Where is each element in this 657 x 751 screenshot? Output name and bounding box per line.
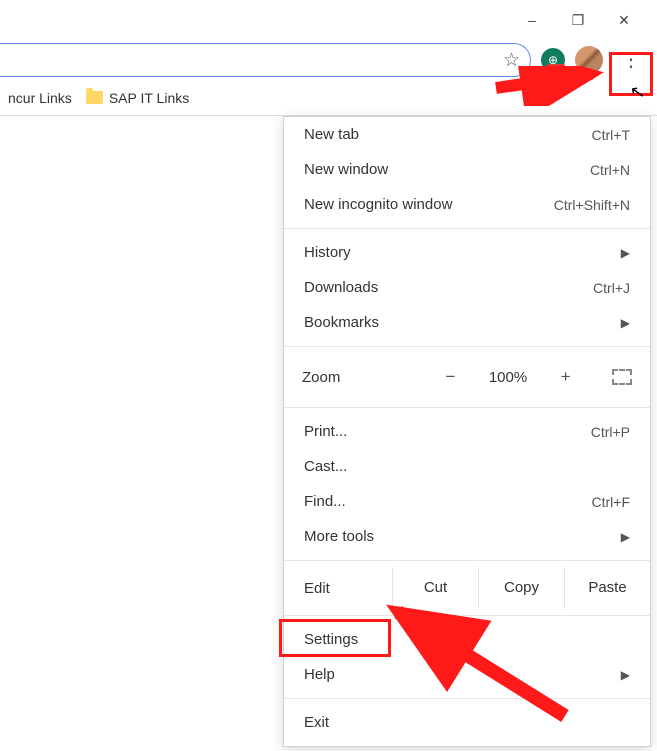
menu-shortcut: Ctrl+J: [593, 280, 630, 296]
menu-new-tab[interactable]: New tab Ctrl+T: [284, 117, 650, 152]
fullscreen-icon[interactable]: [612, 369, 632, 385]
bookmark-label: ncur Links: [8, 90, 72, 106]
submenu-arrow-icon: ▶: [621, 668, 630, 682]
menu-find[interactable]: Find... Ctrl+F: [284, 484, 650, 519]
window-controls: – ❐ ✕: [0, 0, 657, 40]
menu-history[interactable]: History ▶: [284, 235, 650, 270]
menu-label: Cast...: [304, 458, 630, 475]
menu-zoom-row: Zoom − 100% +: [284, 353, 650, 401]
menu-help[interactable]: Help ▶: [284, 657, 650, 692]
menu-label: Edit: [304, 580, 392, 597]
menu-exit[interactable]: Exit: [284, 705, 650, 740]
folder-icon: [86, 91, 103, 104]
menu-print[interactable]: Print... Ctrl+P: [284, 414, 650, 449]
menu-separator: [284, 615, 650, 616]
profile-avatar[interactable]: [575, 46, 603, 74]
menu-separator: [284, 698, 650, 699]
menu-new-window[interactable]: New window Ctrl+N: [284, 152, 650, 187]
paste-button[interactable]: Paste: [564, 567, 650, 609]
menu-label: New incognito window: [304, 196, 554, 213]
menu-bookmarks[interactable]: Bookmarks ▶: [284, 305, 650, 340]
bookmark-folder[interactable]: SAP IT Links: [86, 90, 189, 106]
menu-cast[interactable]: Cast...: [284, 449, 650, 484]
minimize-button[interactable]: –: [509, 4, 555, 36]
menu-label: More tools: [304, 528, 621, 545]
menu-settings[interactable]: Settings: [284, 622, 650, 657]
menu-shortcut: Ctrl+P: [591, 424, 630, 440]
menu-label: Find...: [304, 493, 592, 510]
menu-shortcut: Ctrl+F: [592, 494, 631, 510]
cursor-icon: ↖: [628, 81, 647, 104]
menu-label: New tab: [304, 126, 592, 143]
menu-label: Print...: [304, 423, 591, 440]
cut-button[interactable]: Cut: [392, 567, 478, 609]
toolbar: ☆ ⊕ Off ⋮: [0, 40, 657, 80]
address-bar[interactable]: ☆: [0, 43, 531, 77]
menu-incognito[interactable]: New incognito window Ctrl+Shift+N: [284, 187, 650, 222]
menu-shortcut: Ctrl+N: [590, 162, 630, 178]
menu-label: Exit: [304, 714, 630, 731]
more-menu-button[interactable]: ⋮: [611, 41, 649, 79]
chrome-menu: New tab Ctrl+T New window Ctrl+N New inc…: [283, 116, 651, 747]
menu-label: Downloads: [304, 279, 593, 296]
menu-label: Help: [304, 666, 621, 683]
menu-label: Bookmarks: [304, 314, 621, 331]
menu-more-tools[interactable]: More tools ▶: [284, 519, 650, 554]
submenu-arrow-icon: ▶: [621, 530, 630, 544]
bookmark-label: SAP IT Links: [109, 90, 189, 106]
bookmarks-bar: ncur Links SAP IT Links: [0, 80, 657, 116]
zoom-out-button[interactable]: −: [412, 367, 489, 387]
extension-off-badge: Off: [547, 64, 565, 76]
menu-label: New window: [304, 161, 590, 178]
menu-separator: [284, 560, 650, 561]
vertical-dots-icon: ⋮: [621, 50, 639, 70]
extension-icon[interactable]: ⊕ Off: [541, 48, 565, 72]
menu-label: Settings: [304, 631, 630, 648]
menu-separator: [284, 346, 650, 347]
bookmark-star-icon[interactable]: ☆: [503, 49, 520, 72]
menu-label: History: [304, 244, 621, 261]
bookmark-folder[interactable]: ncur Links: [8, 90, 72, 106]
menu-edit-row: Edit Cut Copy Paste: [284, 567, 650, 609]
copy-button[interactable]: Copy: [478, 567, 564, 609]
zoom-in-button[interactable]: +: [527, 367, 604, 387]
menu-separator: [284, 407, 650, 408]
restore-button[interactable]: ❐: [555, 4, 601, 36]
menu-shortcut: Ctrl+T: [592, 127, 631, 143]
submenu-arrow-icon: ▶: [621, 316, 630, 330]
menu-downloads[interactable]: Downloads Ctrl+J: [284, 270, 650, 305]
close-button[interactable]: ✕: [601, 4, 647, 36]
menu-label: Zoom: [302, 369, 412, 386]
menu-separator: [284, 228, 650, 229]
submenu-arrow-icon: ▶: [621, 246, 630, 260]
zoom-value: 100%: [489, 369, 527, 386]
menu-shortcut: Ctrl+Shift+N: [554, 197, 630, 213]
